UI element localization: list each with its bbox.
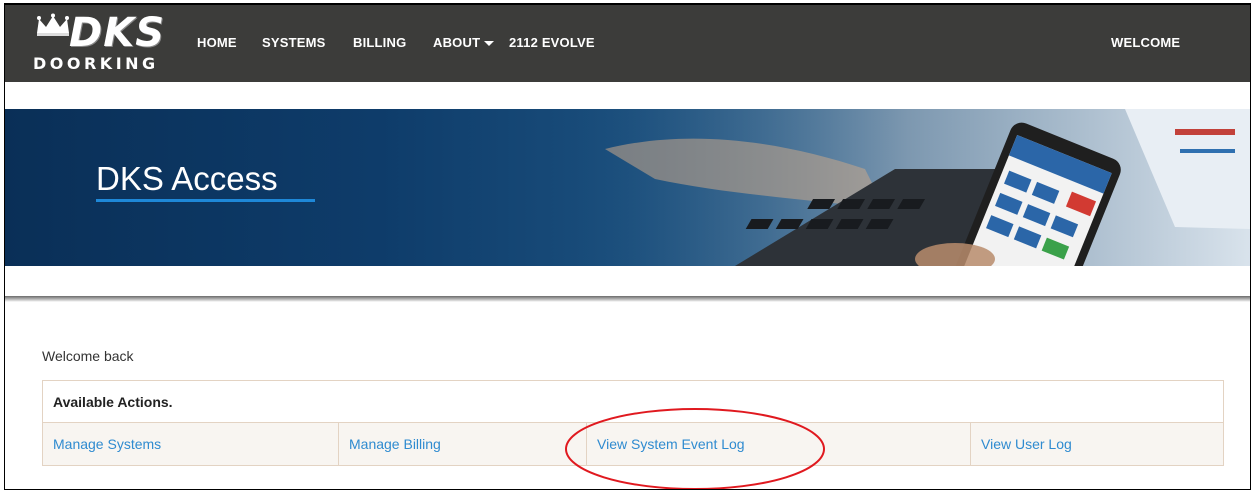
- nav-home[interactable]: HOME: [197, 35, 237, 51]
- caret-down-icon: [484, 41, 495, 47]
- highlight-ellipse: [565, 408, 825, 489]
- action-cell: Manage Billing: [339, 423, 587, 465]
- doorking-logo[interactable]: DKS DOORKING: [31, 11, 179, 77]
- manage-billing-link[interactable]: Manage Billing: [349, 436, 441, 452]
- action-cell: View User Log: [971, 423, 1225, 465]
- view-user-log-link[interactable]: View User Log: [981, 436, 1072, 452]
- page-frame: DKS DOORKING HOME SYSTEMS BILLING ABOUT …: [4, 3, 1251, 490]
- crown-icon: [37, 13, 69, 36]
- nav-billing[interactable]: BILLING: [353, 35, 406, 51]
- top-navbar: DKS DOORKING HOME SYSTEMS BILLING ABOUT …: [5, 5, 1250, 82]
- nav-about[interactable]: ABOUT: [433, 35, 495, 51]
- nav-evolve[interactable]: 2112 EVOLVE: [509, 35, 595, 51]
- welcome-message: Welcome back: [42, 348, 134, 364]
- nav-about-label: ABOUT: [433, 35, 481, 50]
- section-divider: [5, 296, 1250, 302]
- action-cell: Manage Systems: [43, 423, 339, 465]
- logo-mark: DKS: [69, 10, 166, 56]
- nav-welcome[interactable]: WELCOME: [1111, 35, 1180, 51]
- actions-title: Available Actions.: [53, 394, 173, 410]
- hero-banner: DKS Access: [5, 109, 1250, 266]
- manage-systems-link[interactable]: Manage Systems: [53, 436, 161, 452]
- logo-wordmark: DOORKING: [33, 54, 159, 73]
- hero-title-underline: [96, 199, 315, 202]
- hero-laptop-phone-image: [565, 109, 1250, 266]
- nav-systems[interactable]: SYSTEMS: [262, 35, 326, 51]
- hero-title: DKS Access: [96, 160, 278, 197]
